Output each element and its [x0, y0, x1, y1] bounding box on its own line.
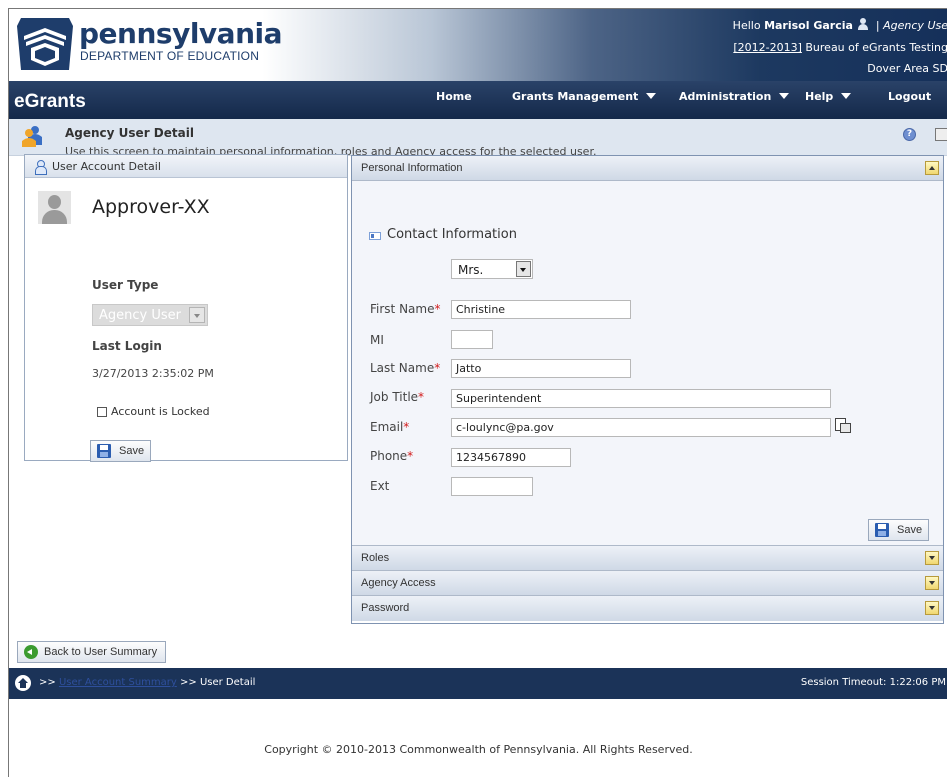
user-name: Marisol Garcia: [764, 19, 853, 32]
personal-info-title: Personal Information: [361, 162, 463, 174]
page-title: Agency User Detail: [65, 126, 194, 140]
copyright: Copyright © 2010-2013 Commonwealth of Pe…: [264, 743, 693, 756]
breadcrumb-current: User Detail: [199, 677, 256, 688]
email-label: Email*: [370, 420, 410, 434]
expand-icon[interactable]: [925, 601, 939, 615]
footer-bar: >> User Account Summary >> User Detail S…: [9, 668, 947, 699]
address-book-icon[interactable]: [834, 417, 851, 433]
help-icon[interactable]: ?: [903, 128, 916, 141]
user-greeting: Hello Marisol Garcia | Agency Use: [733, 18, 947, 32]
page-frame: pennsylvania DEPARTMENT OF EDUCATION Hel…: [8, 8, 947, 777]
nav-grants-management[interactable]: Grants Management: [512, 90, 657, 103]
contact-info-title: Contact Information: [387, 227, 517, 242]
user-icon: [858, 18, 869, 30]
personal-save-button[interactable]: Save: [868, 519, 930, 541]
first-name-label: First Name*: [370, 302, 441, 316]
phone-label: Phone*: [370, 449, 414, 463]
logo-subtitle: DEPARTMENT OF EDUCATION: [80, 49, 260, 63]
agency-name: Bureau of eGrants Testing: [805, 41, 947, 54]
nav-administration[interactable]: Administration: [679, 90, 790, 103]
account-save-button[interactable]: Save: [90, 440, 152, 462]
logo-name: pennsylvania: [79, 17, 283, 50]
user-type-select: Agency User: [92, 304, 208, 326]
last-name-input[interactable]: Jatto: [451, 359, 631, 378]
phone-input[interactable]: 1234567890: [451, 448, 571, 467]
user-type-label: User Type: [92, 278, 159, 292]
user-account-panel: User Account Detail Approver-XX User Typ…: [24, 154, 348, 462]
user-account-icon: [35, 160, 47, 175]
session-timeout: Session Timeout: 1:22:06 PM: [800, 677, 946, 688]
user-account-title: User Account Detail: [52, 160, 161, 173]
last-login-label: Last Login: [92, 339, 162, 353]
breadcrumb-link[interactable]: User Account Summary: [59, 677, 177, 688]
account-locked-label: Account is Locked: [111, 405, 210, 418]
header: pennsylvania DEPARTMENT OF EDUCATION Hel…: [9, 9, 947, 81]
brand-title: eGrants: [14, 91, 86, 112]
collapse-icon[interactable]: [925, 161, 939, 175]
email-input[interactable]: c-loulync@pa.gov: [451, 418, 831, 437]
account-name: Approver-XX: [92, 196, 210, 218]
agency-access-title: Agency Access: [361, 577, 436, 589]
keystone-logo-icon: [17, 18, 73, 70]
mi-label: MI: [370, 333, 384, 347]
expand-icon[interactable]: [925, 551, 939, 565]
context-line: [2012-2013] Bureau of eGrants Testing: [733, 41, 947, 54]
user-account-header: User Account Detail: [25, 155, 347, 178]
expand-icon[interactable]: [925, 576, 939, 590]
chevron-down-icon: [841, 93, 852, 99]
chevron-down-icon: [516, 261, 531, 277]
district-name: Dover Area SD: [867, 62, 947, 75]
detail-accordion: Personal Information Contact Information…: [351, 155, 944, 624]
disk-icon: [875, 523, 889, 537]
personal-info-body: Contact Information Mrs. First Name* Chr…: [352, 181, 943, 546]
agency-access-header[interactable]: Agency Access: [352, 571, 943, 596]
users-icon: [22, 126, 42, 147]
back-to-summary-button[interactable]: Back to User Summary: [17, 641, 167, 663]
personal-info-header[interactable]: Personal Information: [352, 156, 943, 181]
header-separator: |: [875, 19, 880, 32]
first-name-input[interactable]: Christine: [451, 300, 631, 319]
password-header[interactable]: Password: [352, 596, 943, 621]
greeting-text: Hello: [732, 19, 761, 32]
last-login-value: 3/27/2013 2:35:02 PM: [92, 367, 214, 380]
roles-header[interactable]: Roles: [352, 546, 943, 571]
user-role: Agency Use: [883, 19, 947, 32]
year-link[interactable]: [2012-2013]: [733, 41, 802, 54]
last-name-label: Last Name*: [370, 361, 441, 375]
chevron-down-icon: [189, 307, 205, 323]
back-arrow-icon: [24, 645, 38, 659]
job-title-input[interactable]: Superintendent: [451, 389, 831, 408]
ext-label: Ext: [370, 479, 390, 493]
avatar: [38, 191, 71, 224]
page-title-band: Agency User Detail Use this screen to ma…: [9, 119, 947, 158]
roles-title: Roles: [361, 552, 390, 564]
chevron-down-icon: [779, 93, 790, 99]
job-title-label: Job Title*: [370, 390, 425, 404]
account-locked-checkbox[interactable]: [97, 407, 107, 417]
nav-home[interactable]: Home: [436, 90, 472, 103]
home-icon[interactable]: [15, 675, 31, 691]
mi-input[interactable]: [451, 330, 493, 349]
disk-icon: [97, 444, 111, 458]
password-title: Password: [361, 602, 410, 614]
nav-logout[interactable]: Logout: [888, 90, 931, 103]
name-title-select[interactable]: Mrs.: [451, 259, 533, 279]
main-nav: eGrants Home Grants Management Administr…: [9, 81, 947, 119]
contact-card-icon: [369, 232, 381, 240]
print-icon[interactable]: [935, 128, 947, 141]
nav-help[interactable]: Help: [805, 90, 852, 103]
breadcrumb: >> User Account Summary >> User Detail: [39, 677, 256, 688]
chevron-down-icon: [646, 93, 657, 99]
ext-input[interactable]: [451, 477, 533, 496]
